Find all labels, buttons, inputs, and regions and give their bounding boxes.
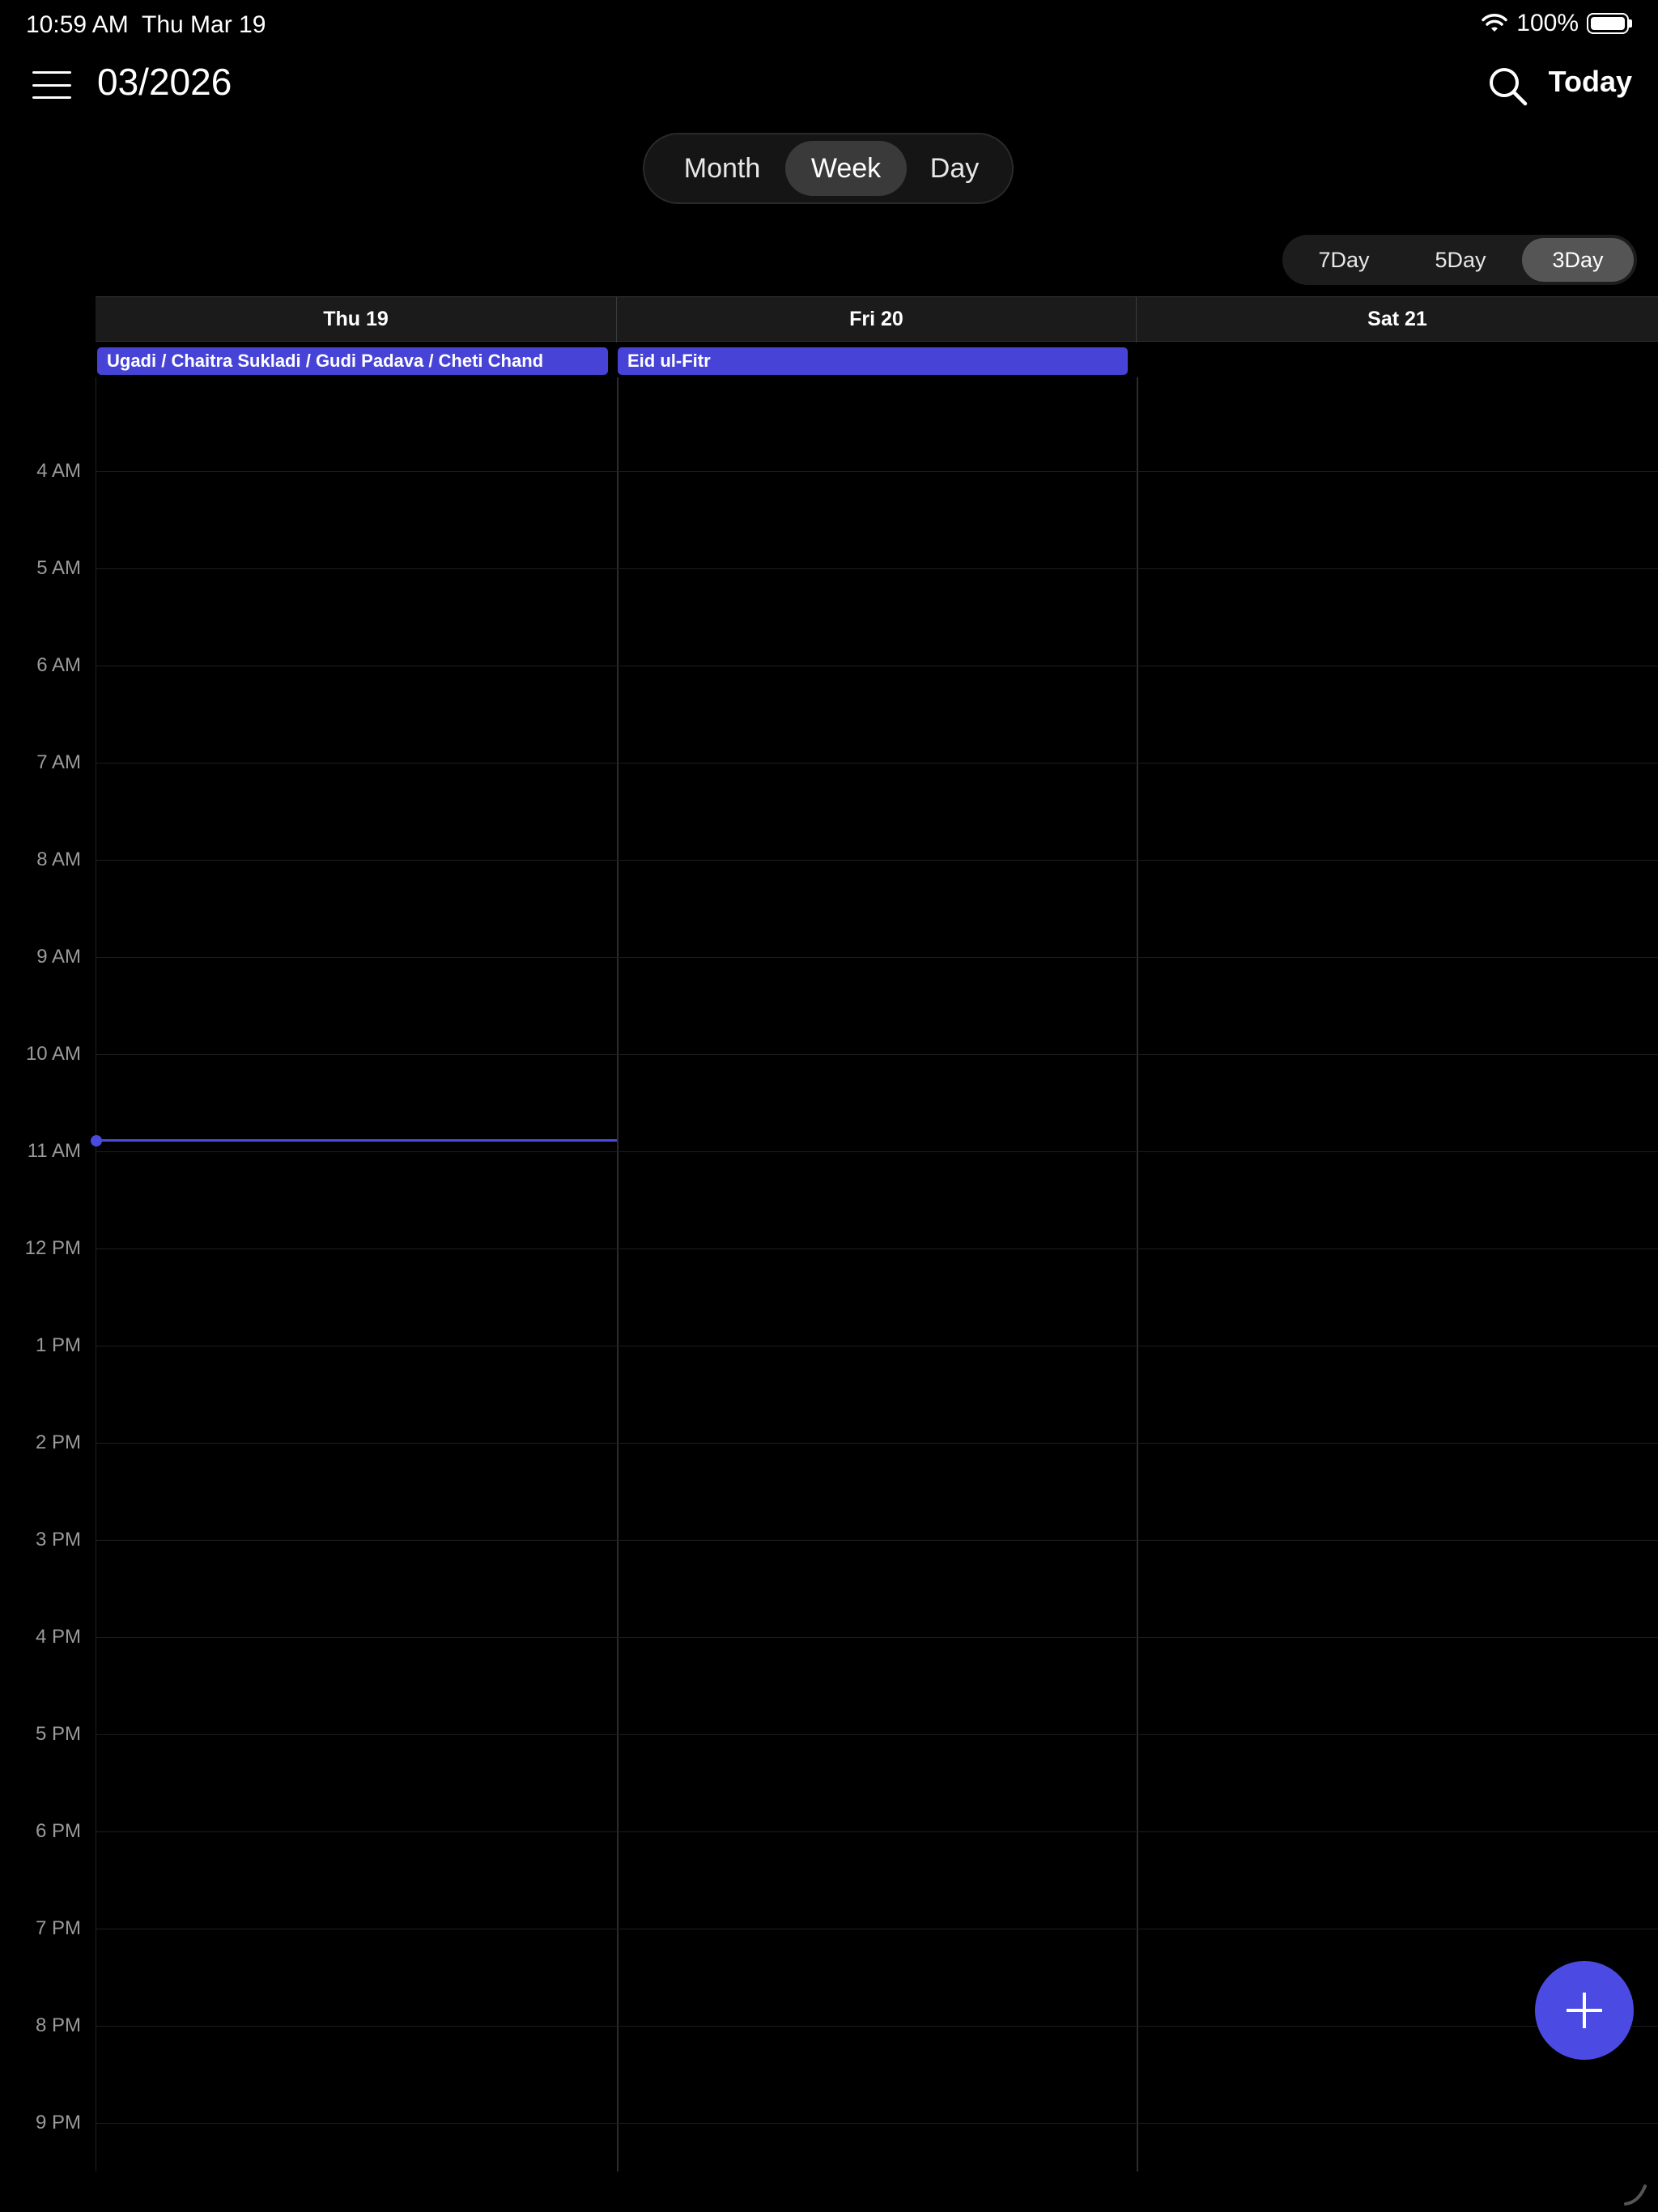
hour-label: 6 AM xyxy=(36,654,81,676)
day-header-thu[interactable]: Thu 19 xyxy=(96,297,617,342)
hour-label: 12 PM xyxy=(24,1237,81,1259)
hour-line xyxy=(96,860,1658,861)
hour-label: 8 AM xyxy=(36,849,81,870)
hour-line xyxy=(96,2123,1658,2124)
day-header-fri[interactable]: Fri 20 xyxy=(617,297,1137,342)
hour-label: 6 PM xyxy=(35,1820,81,1842)
time-grid[interactable]: 4 AM 5 AM 6 AM 7 AM 8 AM 9 AM 10 AM 11 AM 12 PM 1… xyxy=(0,377,1658,2172)
hour-line xyxy=(96,1637,1658,1638)
hour-label: 3 PM xyxy=(35,1529,81,1551)
hour-line xyxy=(96,1151,1658,1152)
hour-label: 8 PM xyxy=(35,2014,81,2036)
tab-7day[interactable]: 7Day xyxy=(1286,238,1402,282)
hour-line xyxy=(96,1443,1658,1444)
hour-label: 9 PM xyxy=(35,2112,81,2133)
view-mode-segmented-control: Month Week Day xyxy=(643,133,1014,204)
hour-label: 9 AM xyxy=(36,946,81,968)
hour-label: 5 PM xyxy=(35,1723,81,1745)
hour-line xyxy=(96,1734,1658,1735)
hour-label: 1 PM xyxy=(35,1334,81,1356)
hour-label: 11 AM xyxy=(27,1140,81,1162)
hour-label: 4 AM xyxy=(36,460,81,482)
add-event-button[interactable] xyxy=(1535,1961,1634,2060)
hour-line xyxy=(96,763,1658,764)
wifi-icon xyxy=(1482,14,1508,32)
page-title: 03/2026 xyxy=(97,61,232,103)
tab-day[interactable]: Day xyxy=(905,141,1004,196)
tab-3day[interactable]: 3Day xyxy=(1522,238,1634,282)
hour-line xyxy=(96,471,1658,472)
day-header-sat[interactable]: Sat 21 xyxy=(1137,297,1658,342)
all-day-event-fri[interactable]: Eid ul-Fitr xyxy=(618,347,1128,375)
today-button[interactable]: Today xyxy=(1549,65,1632,99)
resize-handle-icon[interactable] xyxy=(1622,2181,1647,2206)
search-icon[interactable] xyxy=(1486,65,1528,107)
day-header-row: Thu 19 Fri 20 Sat 21 xyxy=(96,296,1658,342)
hour-label: 2 PM xyxy=(35,1431,81,1453)
tab-5day[interactable]: 5Day xyxy=(1402,238,1519,282)
current-time-line xyxy=(96,1139,617,1142)
hour-line xyxy=(96,1540,1658,1541)
hour-line xyxy=(96,1054,1658,1055)
column-divider xyxy=(1137,377,1138,2172)
column-divider xyxy=(617,377,619,2172)
day-range-segmented-control: 7Day 5Day 3Day xyxy=(1282,235,1637,285)
hour-line xyxy=(96,957,1658,958)
status-time: 10:59 AM xyxy=(26,11,129,38)
current-time-dot xyxy=(91,1135,102,1146)
tab-month[interactable]: Month xyxy=(656,141,789,196)
hour-line xyxy=(96,568,1658,569)
hour-label: 7 AM xyxy=(36,751,81,773)
battery-percent: 100% xyxy=(1516,10,1579,36)
all-day-event-thu[interactable]: Ugadi / Chaitra Sukladi / Gudi Padava / … xyxy=(97,347,608,375)
hour-line xyxy=(96,2026,1658,2027)
battery-icon xyxy=(1587,13,1632,34)
status-indicators: 100% xyxy=(1481,10,1632,37)
status-date: Thu Mar 19 xyxy=(142,11,266,38)
hour-line xyxy=(96,1831,1658,1832)
tab-week[interactable]: Week xyxy=(785,141,907,196)
hour-label: 4 PM xyxy=(35,1626,81,1648)
hamburger-menu-icon[interactable] xyxy=(32,71,71,99)
hour-label: 5 AM xyxy=(36,557,81,579)
hour-label: 10 AM xyxy=(25,1043,81,1065)
hour-label: 7 PM xyxy=(35,1917,81,1939)
